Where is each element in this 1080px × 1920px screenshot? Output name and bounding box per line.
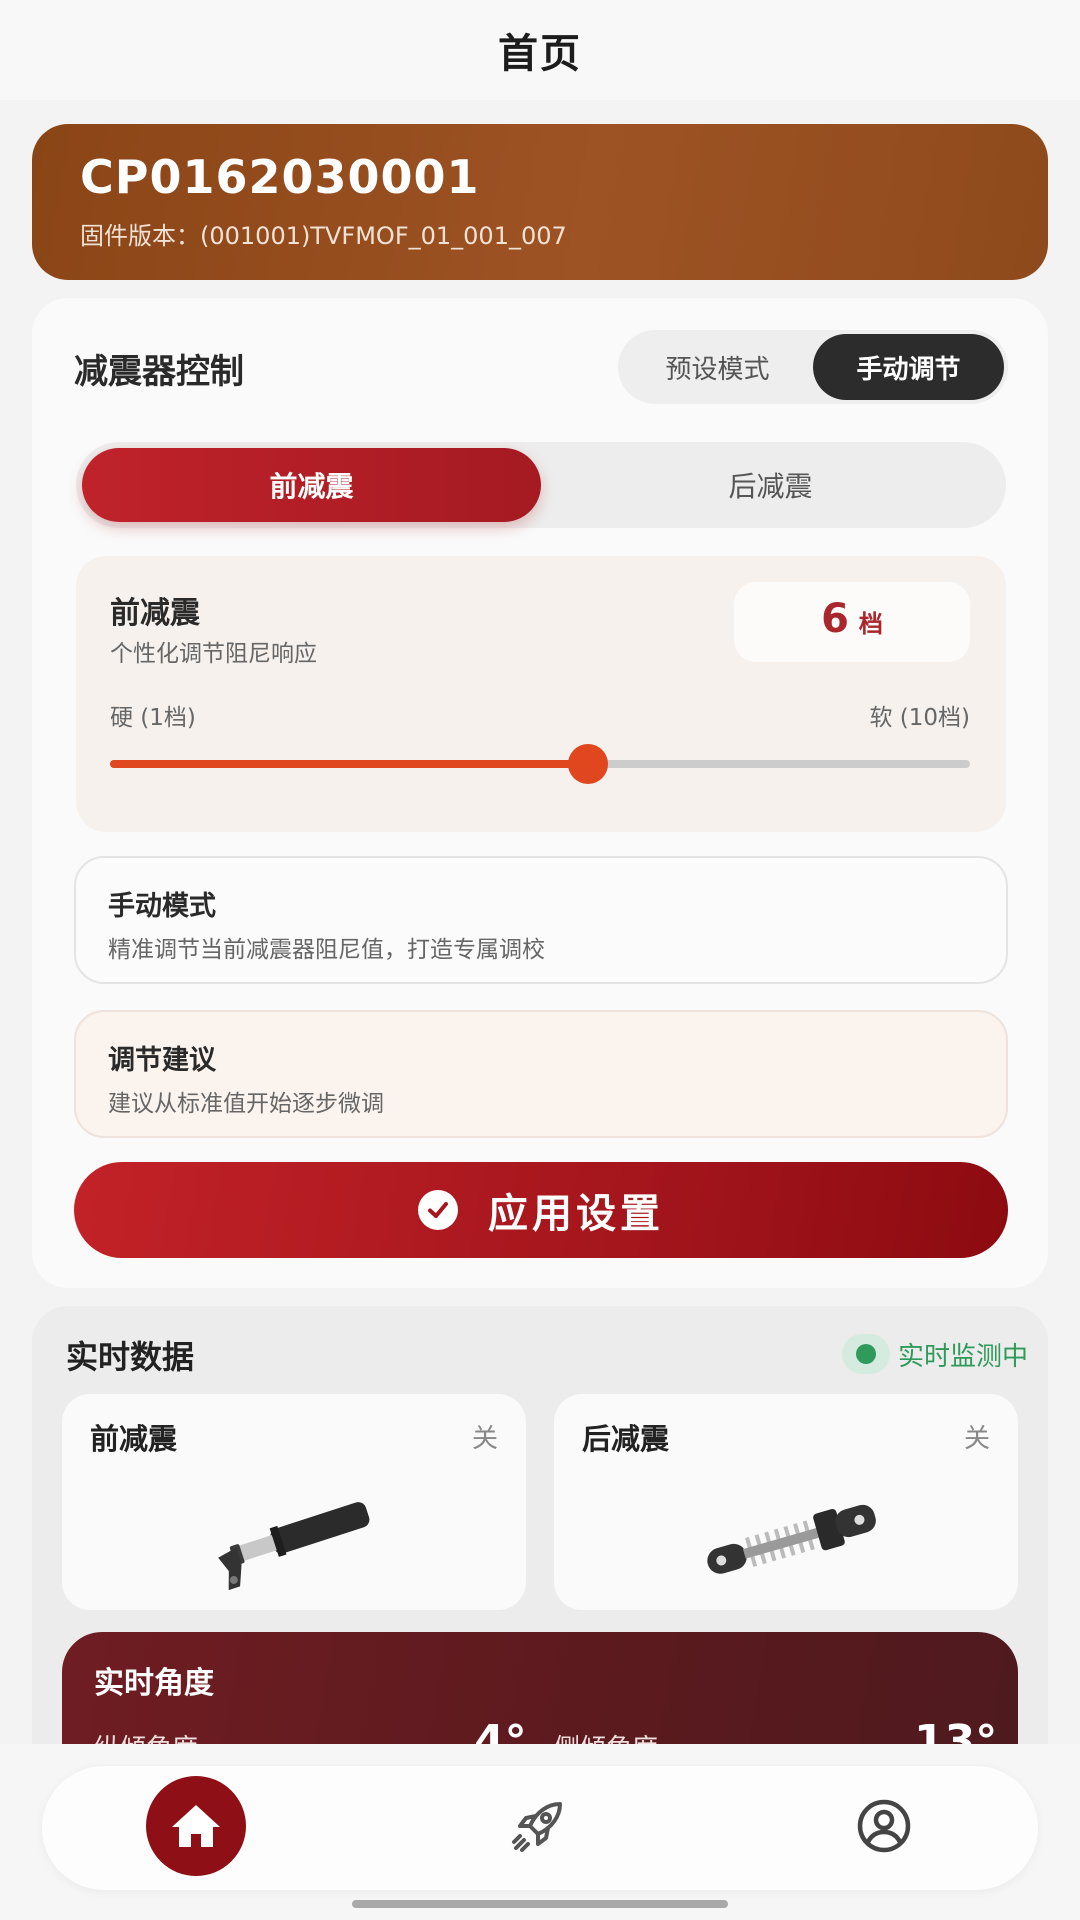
shock-control-panel: 减震器控制 预设模式 手动调节 前减震 后减震 前减震 个性化调节阻尼响应 6 … [32, 298, 1048, 1288]
device-id: CP0162030001 [80, 150, 480, 204]
manual-mode-title: 手动模式 [108, 891, 216, 922]
tab-rear-shock[interactable]: 后减震 [541, 448, 1000, 522]
home-indicator [352, 1900, 728, 1908]
angle-title: 实时角度 [94, 1666, 214, 1701]
check-icon [418, 1190, 458, 1230]
firmware-version: 固件版本：(001001)TVFMOF_01_001_007 [80, 222, 567, 250]
slider-fill [110, 760, 589, 768]
rocket-icon [512, 1802, 562, 1852]
profile-icon [857, 1799, 911, 1853]
apply-label: 应用设置 [488, 1191, 664, 1237]
nav-home[interactable] [146, 1776, 246, 1876]
apply-settings-button[interactable]: 应用设置 [74, 1162, 1008, 1258]
range-max-label: 软 (10档) [869, 705, 970, 731]
control-title: 减震器控制 [74, 352, 244, 392]
rear-shock-state: 关 [963, 1424, 990, 1454]
monitoring-status: 实时监测中 [841, 1334, 1028, 1374]
front-shock-state: 关 [471, 1424, 498, 1454]
gear-unit: 档 [858, 610, 883, 638]
suggestion-desc: 建议从标准值开始逐步微调 [108, 1091, 384, 1117]
app-header: 首页 [0, 0, 1080, 100]
preset-mode-button[interactable]: 预设模式 [622, 334, 813, 400]
manual-mode-desc: 精准调节当前减震器阻尼值，打造专属调校 [108, 937, 545, 963]
tab-front-shock[interactable]: 前减震 [82, 448, 541, 522]
rear-shock-card[interactable]: 后减震 关 [554, 1394, 1018, 1610]
suggestion-card: 调节建议 建议从标准值开始逐步微调 [74, 1010, 1008, 1138]
damping-slider[interactable] [110, 744, 970, 784]
rear-shock-image [694, 1484, 884, 1598]
rear-shock-name: 后减震 [582, 1422, 670, 1456]
adjust-title: 前减震 [110, 596, 200, 631]
adjust-subtitle: 个性化调节阻尼响应 [110, 641, 317, 667]
status-dot-icon [841, 1334, 890, 1374]
status-text: 实时监测中 [897, 1341, 1028, 1372]
shock-tabs: 前减震 后减震 [76, 442, 1006, 528]
suggestion-title: 调节建议 [108, 1045, 216, 1076]
manual-mode-card: 手动模式 精准调节当前减震器阻尼值，打造专属调校 [74, 856, 1008, 984]
device-card: CP0162030001 固件版本：(001001)TVFMOF_01_001_… [32, 124, 1048, 280]
range-min-label: 硬 (1档) [110, 705, 196, 731]
nav-rocket[interactable] [488, 1776, 588, 1876]
realtime-title: 实时数据 [66, 1338, 195, 1376]
home-icon [172, 1805, 220, 1847]
front-shock-card[interactable]: 前减震 关 [62, 1394, 526, 1610]
bottom-nav [42, 1766, 1038, 1890]
front-shock-image [202, 1484, 382, 1598]
gear-display: 6 档 [734, 582, 970, 662]
mode-toggle: 预设模式 手动调节 [618, 330, 1008, 404]
gear-value: 6 [821, 596, 849, 642]
page-title: 首页 [498, 31, 582, 77]
damping-adjust-box: 前减震 个性化调节阻尼响应 6 档 硬 (1档) 软 (10档) [76, 556, 1006, 832]
nav-profile[interactable] [834, 1776, 934, 1876]
slider-thumb[interactable] [568, 744, 609, 784]
manual-mode-button[interactable]: 手动调节 [813, 334, 1004, 400]
front-shock-name: 前减震 [90, 1422, 178, 1456]
